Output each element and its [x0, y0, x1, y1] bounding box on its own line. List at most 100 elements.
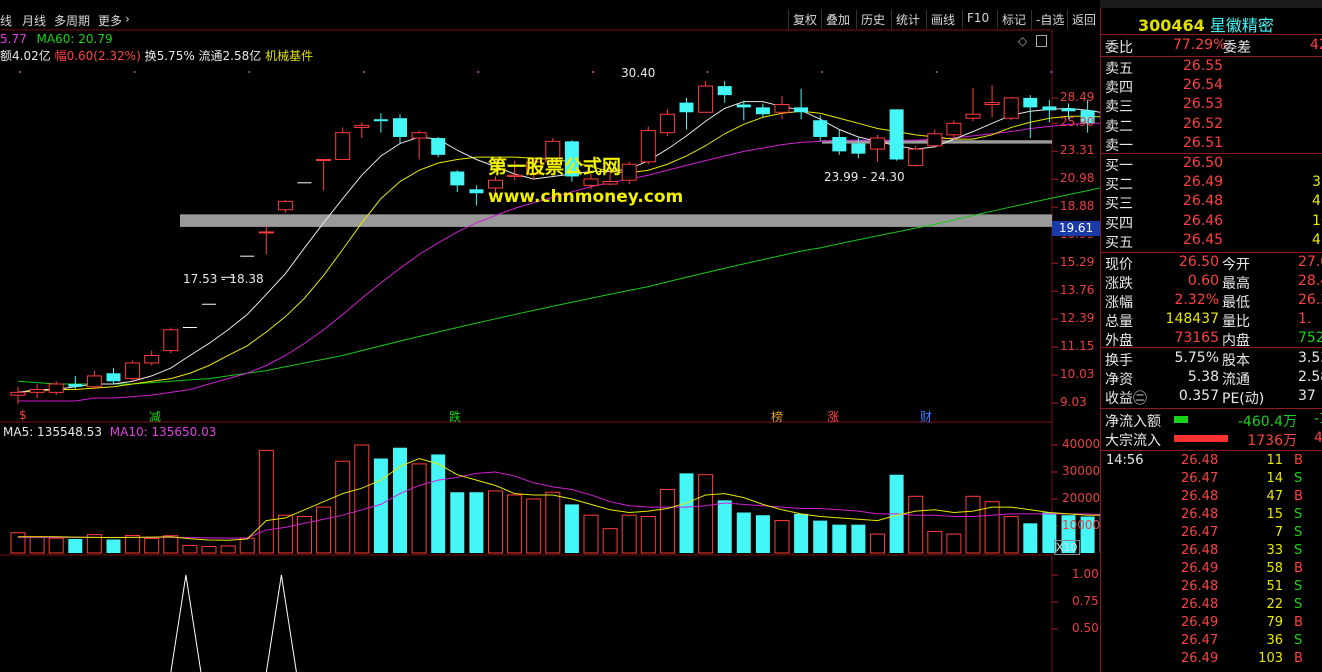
gap-lower-label: 17.53 - 18.38 — [183, 272, 264, 286]
candle-body — [106, 373, 121, 382]
volume-bar — [832, 524, 847, 553]
event-marker[interactable]: 涨 — [827, 408, 839, 425]
history-button[interactable]: 历史 — [856, 10, 889, 29]
volume-bar — [393, 447, 407, 553]
more-menu-button[interactable]: 更多 — [98, 12, 122, 29]
candle-body — [86, 375, 102, 388]
statistics-button[interactable]: 统计 — [891, 10, 924, 29]
period-line-tab[interactable]: 线 — [0, 12, 12, 29]
ask-price[interactable]: 26.54 — [1183, 77, 1223, 93]
candle-body — [908, 148, 924, 166]
flow-value: -460.4万 — [1237, 414, 1297, 430]
event-marker[interactable]: $ — [19, 408, 27, 422]
ask-price[interactable]: 26.55 — [1183, 58, 1223, 74]
quote-label: 总量 — [1105, 314, 1133, 330]
signal-dot — [592, 71, 594, 73]
candle — [908, 145, 924, 167]
bid-price[interactable]: 26.48 — [1183, 193, 1223, 209]
price-axis-label: 25.90 — [1060, 115, 1095, 130]
volume-bar — [144, 537, 160, 554]
candle-body — [698, 85, 714, 113]
event-marker[interactable]: 榜 — [771, 408, 783, 425]
tick-price: 26.49 — [1181, 561, 1219, 576]
tick-side: S — [1294, 543, 1303, 558]
ask-price[interactable]: 26.53 — [1183, 96, 1223, 112]
draw-line-button[interactable]: 画线 — [926, 10, 959, 29]
tick-price: 26.47 — [1181, 525, 1219, 540]
bid-price[interactable]: 26.49 — [1183, 174, 1223, 190]
volume-bar — [488, 490, 503, 554]
candle-body — [68, 384, 83, 387]
diamond-icon[interactable]: ◇ — [1018, 34, 1027, 48]
volume-bar — [29, 536, 45, 554]
tick-price: 26.48 — [1181, 453, 1219, 468]
tick-volume: 36 — [1266, 633, 1283, 648]
flow-extra: -1 — [1314, 411, 1322, 427]
period-month-tab[interactable]: 月线 — [22, 12, 46, 29]
signal-dot — [19, 71, 21, 73]
volume-bar — [220, 545, 236, 554]
window-toggle-icon[interactable] — [1036, 35, 1047, 47]
back-button[interactable]: 返回 — [1067, 10, 1100, 29]
volume-bar — [659, 489, 675, 554]
tick-side: S — [1294, 471, 1303, 486]
panel-divider — [1101, 34, 1322, 35]
watermark-url: www.chnmoney.com — [488, 187, 684, 207]
ask-price[interactable]: 26.51 — [1183, 135, 1223, 151]
price-axis-label: 9.03 — [1060, 395, 1087, 409]
bid-volume: 37 — [1312, 174, 1322, 191]
sector-link[interactable]: 机械基件 — [265, 49, 313, 63]
candle-body — [870, 137, 885, 150]
volume-bar — [411, 463, 427, 554]
bid-price[interactable]: 26.50 — [1183, 155, 1223, 171]
ma-value: 5.77 — [0, 32, 27, 46]
tick-volume: 11 — [1266, 453, 1283, 468]
bid-price[interactable]: 26.45 — [1183, 232, 1223, 248]
bid-volume: 4 — [1312, 193, 1321, 210]
volume-bar — [946, 533, 962, 554]
volume-bar — [583, 514, 599, 554]
volume-bar — [258, 449, 274, 554]
quote-label: PE(动) — [1222, 391, 1265, 407]
volume-bar — [10, 532, 26, 554]
vol-ma10-value: MA10: 135650.03 — [109, 425, 217, 439]
tick-volume: 22 — [1266, 597, 1283, 612]
quote-value: 3.53 — [1298, 350, 1322, 366]
order-diff-label: 委差 — [1223, 40, 1251, 56]
f10-button[interactable]: F10 — [962, 10, 993, 29]
quote-value: 26.3 — [1298, 292, 1322, 308]
volume-bar — [908, 495, 924, 554]
quote-value: 0.357 — [1178, 388, 1219, 404]
overlay-button[interactable]: 叠加 — [821, 10, 854, 29]
volume-bar — [984, 501, 1000, 554]
indicator-axis-label: 1.00 — [1072, 567, 1099, 581]
quote-value: 37 — [1298, 388, 1316, 404]
adjust-rights-button[interactable]: 复权 — [788, 10, 821, 29]
quote-label: 最低 — [1222, 295, 1250, 311]
volume-bar — [431, 454, 446, 553]
candle-body — [258, 231, 274, 234]
candle-body — [583, 178, 599, 186]
tick-volume: 103 — [1258, 651, 1283, 666]
volume-bar — [201, 546, 217, 554]
tick-volume: 33 — [1266, 543, 1283, 558]
volume-bar — [469, 492, 484, 553]
ask-level-label: 卖一 — [1105, 137, 1133, 154]
tick-side: S — [1294, 597, 1303, 612]
flow-label: 大宗流入 — [1105, 433, 1161, 449]
signal-dot — [477, 71, 480, 73]
ask-price[interactable]: 26.52 — [1183, 116, 1223, 132]
mark-button[interactable]: 标记 — [997, 10, 1030, 29]
quote-label: 涨跌 — [1105, 276, 1133, 292]
event-marker[interactable]: 跌 — [449, 408, 461, 425]
volume-unit-badge: X10 — [1054, 540, 1080, 555]
kline-chart[interactable] — [0, 0, 1100, 672]
bid-price[interactable]: 26.46 — [1183, 213, 1223, 229]
event-marker[interactable]: 财 — [920, 408, 932, 425]
event-marker[interactable]: 减 — [149, 408, 161, 425]
multi-period-tab[interactable]: 多周期 — [54, 12, 90, 29]
add-watchlist-button[interactable]: -自选 — [1031, 10, 1068, 29]
candle-body — [927, 133, 943, 147]
current-price-marker: 19.61 — [1052, 221, 1100, 236]
candle — [125, 360, 141, 382]
